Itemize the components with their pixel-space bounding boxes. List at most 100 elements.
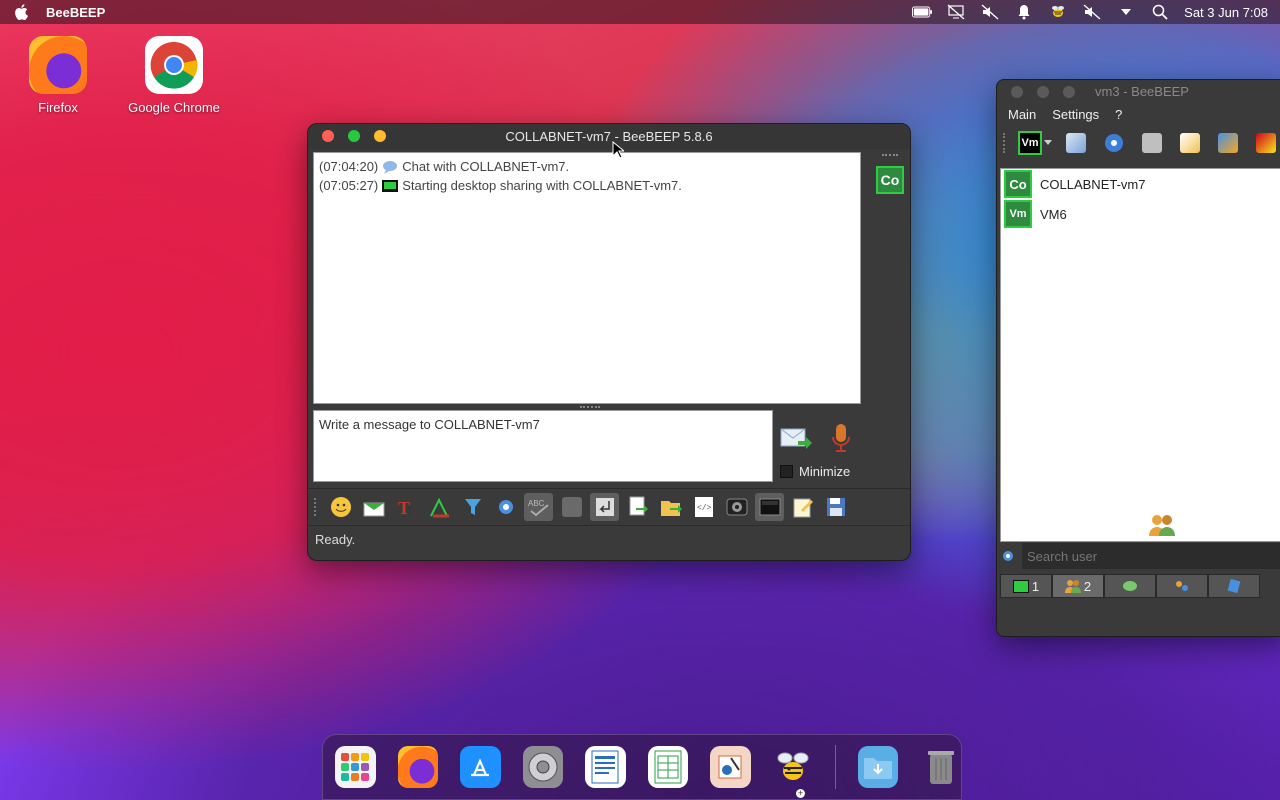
main-window-tabs: 1 2: [1000, 574, 1280, 598]
spellcheck-icon[interactable]: ABC: [524, 493, 553, 521]
tab-network[interactable]: [1156, 574, 1208, 598]
status-selector[interactable]: Vm: [1018, 131, 1052, 155]
svg-text:T: T: [406, 503, 414, 517]
send-file-icon[interactable]: [623, 493, 652, 521]
edit-note-icon[interactable]: [788, 493, 817, 521]
screenshot-icon[interactable]: [722, 493, 751, 521]
notification-bell-icon[interactable]: [1014, 4, 1034, 20]
draw-icon[interactable]: [710, 746, 751, 788]
battery-icon[interactable]: [912, 4, 933, 20]
main-window-titlebar[interactable]: vm3 - BeeBEEP: [997, 80, 1280, 103]
font-color-icon[interactable]: [425, 493, 454, 521]
toolbar-grip[interactable]: [314, 498, 320, 516]
active-app-name[interactable]: BeeBEEP: [46, 5, 105, 20]
system-preferences-icon[interactable]: [522, 746, 563, 788]
chat-message: (07:05:27) Starting desktop sharing with…: [319, 176, 855, 195]
zoom-button[interactable]: [348, 130, 360, 142]
tab-users[interactable]: 2: [1052, 574, 1104, 598]
writer-icon[interactable]: [585, 746, 626, 788]
close-button[interactable]: [1011, 86, 1023, 98]
search-gear-icon[interactable]: [1000, 548, 1016, 564]
share-file-icon[interactable]: [1137, 129, 1166, 157]
downloads-folder-icon[interactable]: [857, 746, 899, 788]
desktop-icon-google-chrome[interactable]: Google Chrome: [119, 36, 229, 115]
app-store-icon[interactable]: [460, 746, 501, 788]
menubar-clock[interactable]: Sat 3 Jun 7:08: [1184, 5, 1268, 20]
desktop-share-icon[interactable]: [755, 493, 784, 521]
minimize-button[interactable]: [1037, 86, 1049, 98]
write-message-icon[interactable]: [1175, 129, 1204, 157]
user-list-item[interactable]: Co COLLABNET-vm7: [1001, 169, 1280, 199]
search-user-input[interactable]: [1022, 543, 1280, 569]
chat-window: COLLABNET-vm7 - BeeBEEP 5.8.6 (07:04:20)…: [307, 123, 911, 561]
menu-main[interactable]: Main: [1008, 107, 1036, 122]
dropdown-arrow-icon[interactable]: [1116, 4, 1136, 20]
spotlight-search-icon[interactable]: [1150, 4, 1170, 20]
groups-tab-icon: [1123, 581, 1137, 591]
code-icon[interactable]: </>: [689, 493, 718, 521]
plugins-icon[interactable]: [1213, 129, 1242, 157]
save-chat-icon[interactable]: [821, 493, 850, 521]
zoom-button[interactable]: [1063, 86, 1075, 98]
desktop-icon-firefox[interactable]: Firefox: [3, 36, 113, 115]
chat-log[interactable]: (07:04:20) Chat with COLLABNET-vm7. (07:…: [313, 152, 861, 404]
minimize-checkbox[interactable]: Minimize: [780, 464, 850, 479]
svg-text:ABC: ABC: [528, 499, 545, 508]
chat-window-title: COLLABNET-vm7 - BeeBEEP 5.8.6: [505, 129, 713, 144]
broadcast-icon[interactable]: [1099, 129, 1128, 157]
tab-chats[interactable]: 1: [1000, 574, 1052, 598]
close-button[interactable]: [322, 130, 334, 142]
user-list-item[interactable]: Vm VM6: [1001, 199, 1280, 229]
message-text: Chat with COLLABNET-vm7.: [402, 159, 570, 174]
filter-icon[interactable]: [458, 493, 487, 521]
main-window: vm3 - BeeBEEP Main Settings ? Vm Co COLL…: [996, 79, 1280, 637]
checkbox-box[interactable]: [780, 465, 793, 478]
main-window-toolbar: Vm: [997, 125, 1280, 161]
status-bar: Ready.: [308, 525, 910, 552]
tab-files[interactable]: [1208, 574, 1260, 598]
panel-grip[interactable]: [882, 154, 898, 160]
menu-settings[interactable]: Settings: [1052, 107, 1099, 122]
settings-gear-icon[interactable]: [491, 493, 520, 521]
message-input[interactable]: Write a message to COLLABNET-vm7: [313, 410, 773, 482]
dock-separator: [835, 745, 836, 789]
voice-message-button[interactable]: [830, 422, 852, 454]
send-message-button[interactable]: [780, 426, 812, 454]
chevron-down-icon: [1044, 140, 1052, 145]
tab-groups[interactable]: [1104, 574, 1156, 598]
chat-window-titlebar[interactable]: COLLABNET-vm7 - BeeBEEP 5.8.6: [308, 124, 910, 149]
send-folder-icon[interactable]: [656, 493, 685, 521]
user-avatar: Co: [1004, 170, 1032, 198]
svg-text:</>: </>: [697, 504, 712, 513]
emoticon-icon[interactable]: [326, 493, 355, 521]
main-window-title: vm3 - BeeBEEP: [1095, 84, 1189, 99]
home-icon[interactable]: [1251, 129, 1280, 157]
display-off-icon[interactable]: [946, 4, 966, 20]
font-icon[interactable]: TT: [392, 493, 421, 521]
member-avatar[interactable]: Co: [876, 166, 904, 194]
firefox-icon: [29, 36, 87, 94]
main-window-menu: Main Settings ?: [997, 103, 1280, 125]
speaker-mute-icon[interactable]: [1082, 4, 1102, 20]
beebeep-tray-icon[interactable]: [1048, 4, 1068, 20]
minimize-button[interactable]: [374, 130, 386, 142]
apple-icon[interactable]: [12, 3, 30, 21]
message-text: Starting desktop sharing with COLLABNET-…: [402, 178, 682, 193]
desktop-share-icon: [382, 179, 399, 192]
mouse-cursor-icon: [612, 140, 626, 162]
users-tab-icon: [1064, 580, 1081, 593]
menu-help[interactable]: ?: [1115, 107, 1122, 122]
launchpad-icon[interactable]: [335, 746, 376, 788]
chat-tab-icon: [1012, 579, 1029, 593]
completer-icon[interactable]: [557, 493, 586, 521]
volume-mute-icon[interactable]: [980, 4, 1000, 20]
beebeep-dock-icon[interactable]: [773, 746, 814, 788]
toolbar-grip[interactable]: [1003, 133, 1009, 153]
dock: [322, 734, 962, 800]
calc-icon[interactable]: [647, 746, 688, 788]
envelope-icon[interactable]: [359, 493, 388, 521]
firefox-dock-icon[interactable]: [397, 746, 438, 788]
edit-profile-icon[interactable]: [1061, 129, 1090, 157]
return-key-icon[interactable]: [590, 493, 619, 521]
trash-icon[interactable]: [920, 746, 961, 788]
